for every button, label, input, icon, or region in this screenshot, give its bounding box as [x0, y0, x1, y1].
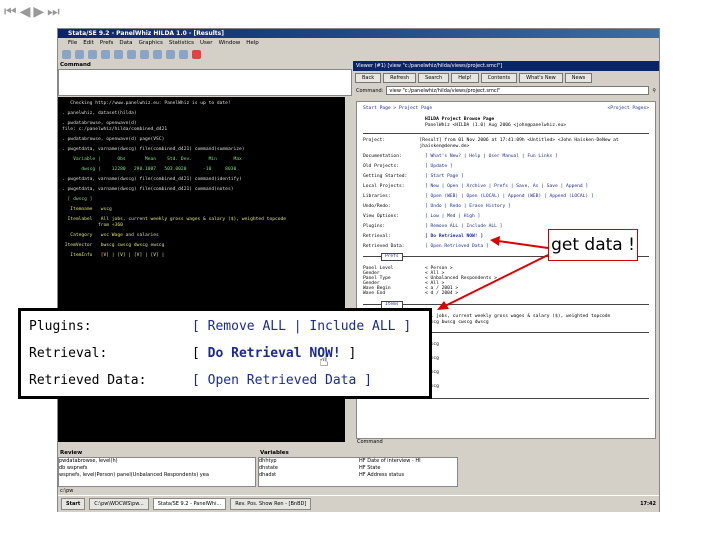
arrowhead: [490, 236, 500, 246]
bracket: ]: [348, 346, 357, 361]
open-retrieved-data-link[interactable]: [ Open Retrieved Data ]: [192, 367, 372, 394]
get-data-callout: get data !: [548, 229, 638, 261]
bracket: [: [192, 346, 200, 361]
plugins-label: Plugins:: [29, 319, 92, 334]
hand-cursor-icon: ☝: [319, 351, 329, 370]
arrows: [437, 236, 549, 310]
retrieval-label: Retrieval:: [29, 346, 108, 361]
arrow-to-retrieval: [497, 240, 549, 249]
zoomed-inset: Plugins: [ Remove ALL | Include ALL ] Ret…: [18, 308, 432, 399]
arrow-to-zoom: [444, 254, 549, 307]
retrieved-data-label: Retrieved Data:: [29, 373, 147, 388]
plugins-links[interactable]: [ Remove ALL | Include ALL ]: [192, 313, 411, 340]
